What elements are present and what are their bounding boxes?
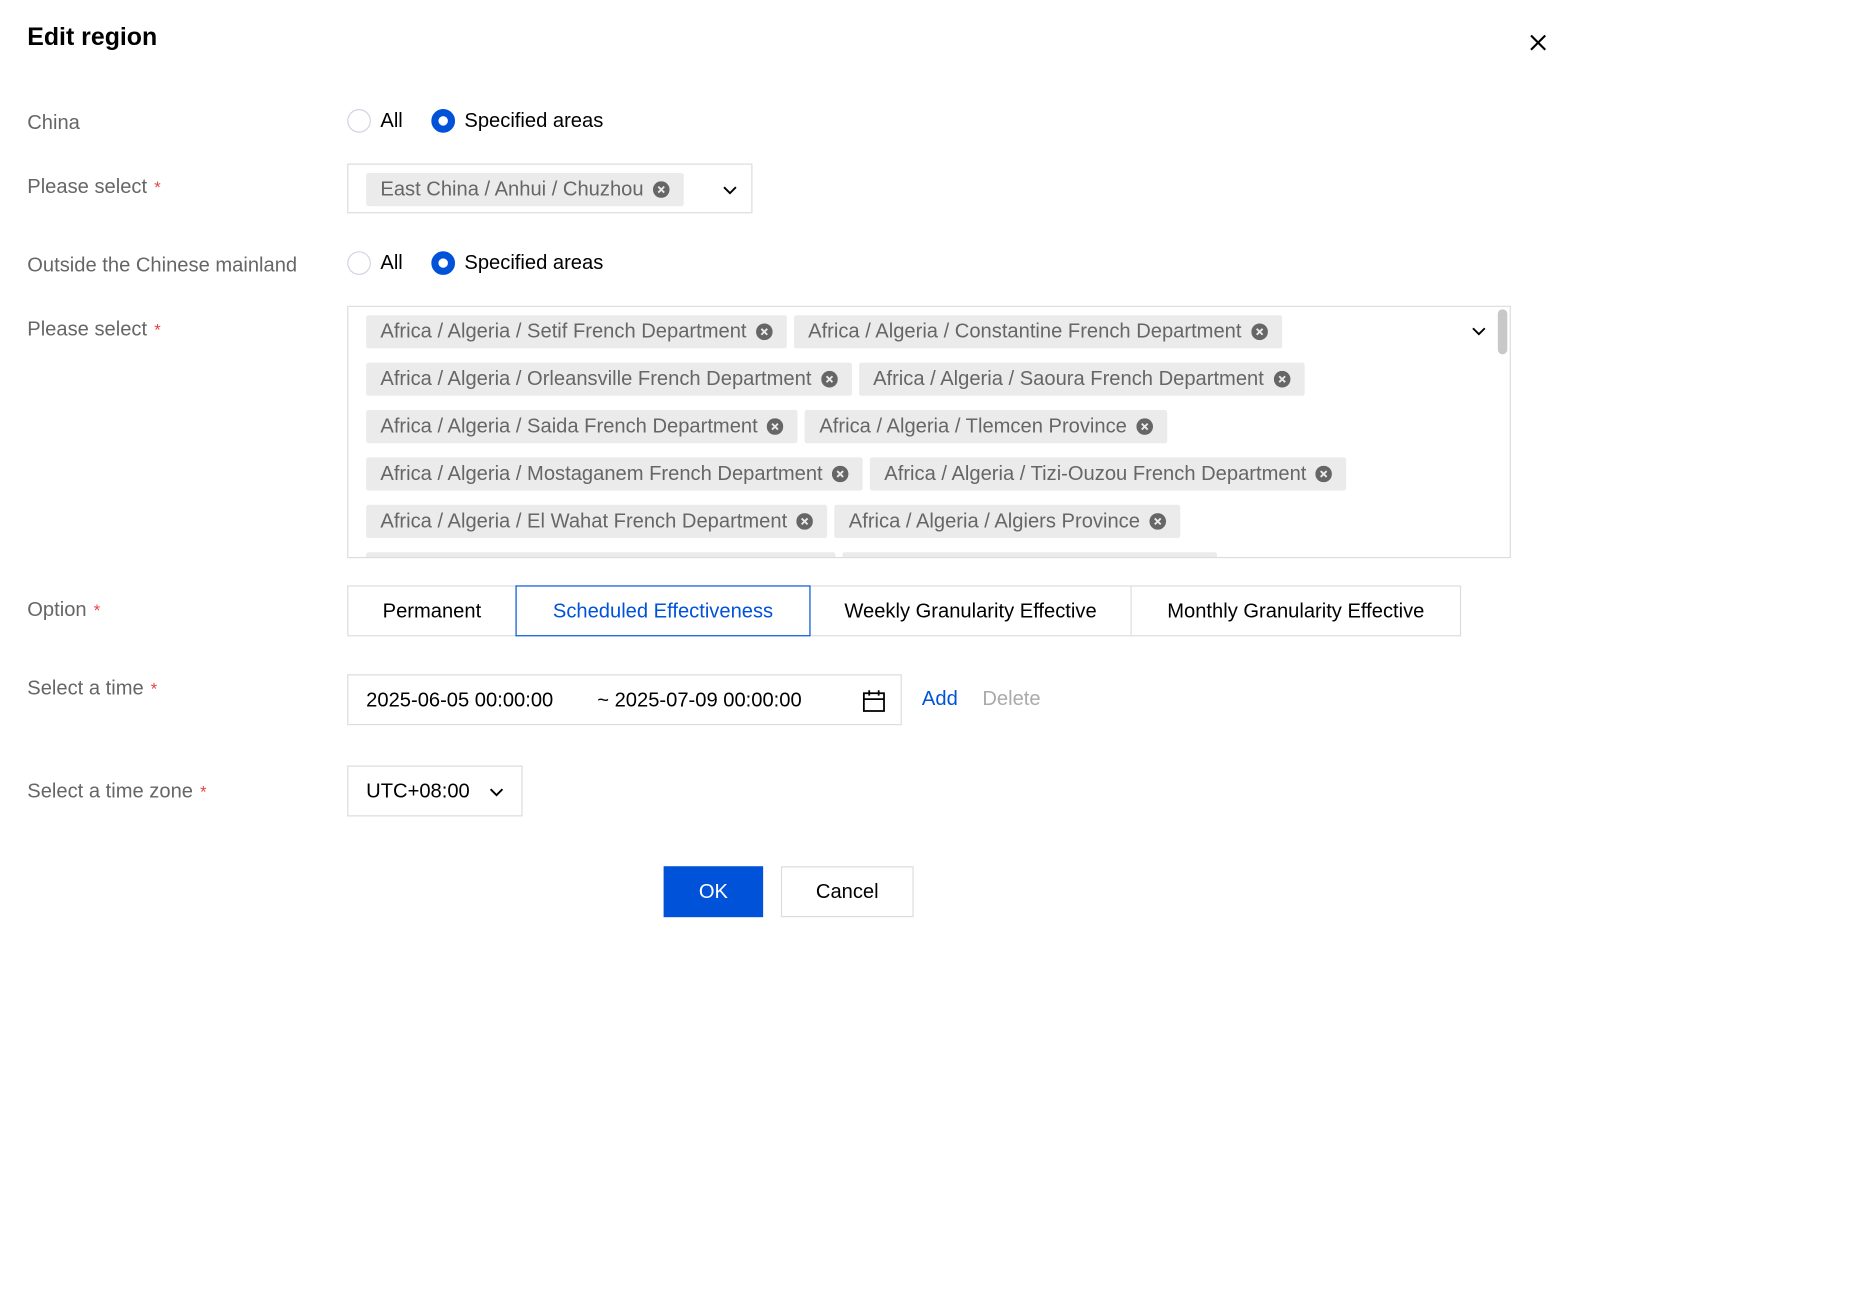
scrollbar[interactable]: [1497, 309, 1508, 355]
end-date[interactable]: ~ 2025-07-09 00:00:00: [597, 688, 801, 712]
time-label-text: Select a time: [27, 676, 144, 700]
outside-select-label-text: Please select: [27, 317, 148, 341]
option-label: Option *: [27, 598, 100, 622]
region-tag-label: Africa / Algeria / Tizi-Ouzou French Dep…: [884, 462, 1307, 485]
circle-x-icon[interactable]: [1273, 370, 1290, 388]
required-asterisk: *: [154, 319, 161, 339]
region-tag: East China / Anhui / Chuzhou: [366, 173, 684, 207]
region-tag-label: Africa / Algeria / El Wahat French Depar…: [380, 509, 788, 533]
circle-x-icon[interactable]: [755, 323, 773, 341]
date-range-picker[interactable]: 2025-06-05 00:00:00 ~ 2025-07-09 00:00:0…: [347, 674, 902, 726]
outside-radio-specified[interactable]: Specified areas: [431, 251, 603, 275]
option-monthly[interactable]: Monthly Granularity Effective: [1130, 585, 1462, 637]
option-weekly[interactable]: Weekly Granularity Effective: [809, 585, 1132, 637]
region-tag-label: Africa / Algeria / Tlemcen Province: [819, 414, 1127, 438]
required-asterisk: *: [150, 679, 158, 698]
china-label: China: [27, 111, 80, 135]
circle-x-icon[interactable]: [653, 181, 670, 198]
region-tag: Africa / Algeria / Mostaganem French Dep…: [366, 457, 863, 491]
china-select-label-text: Please select: [27, 175, 148, 198]
required-asterisk: *: [93, 600, 101, 620]
circle-x-icon[interactable]: [767, 418, 784, 435]
china-radio-group: All Specified areas: [347, 109, 632, 133]
region-tag: Africa / Algeria / Constantine French De…: [793, 315, 1282, 349]
region-tag-label: Africa / Algeria / Saoura French Departm…: [873, 367, 1264, 390]
region-tag: Africa / Algeria / Setif French Departme…: [366, 315, 787, 349]
delete-time-link[interactable]: Delete: [982, 687, 1040, 711]
circle-x-icon[interactable]: [820, 370, 838, 388]
radio-checked-icon[interactable]: [431, 109, 455, 133]
radio-label: All: [380, 109, 403, 132]
add-time-link[interactable]: Add: [922, 687, 958, 711]
region-tag-label: Africa / Algeria / Constantine French De…: [808, 319, 1242, 343]
timezone-select[interactable]: UTC+08:00: [347, 765, 523, 817]
region-tag: Africa / Algeria / Tlemcen Province: [805, 410, 1168, 444]
outside-label: Outside the Chinese mainland: [27, 254, 297, 278]
option-label-text: Option: [27, 598, 87, 621]
circle-x-icon[interactable]: [1136, 418, 1153, 435]
start-date[interactable]: 2025-06-05 00:00:00: [366, 688, 553, 712]
region-tag-label: Africa / Algeria / Orleansville French D…: [380, 367, 812, 390]
outside-radio-all[interactable]: All: [347, 251, 403, 275]
region-tag-label: Africa / Algeria / Algiers Province: [848, 509, 1140, 533]
outside-label-text: Outside the Chinese mainland: [27, 253, 298, 277]
region-tag-label: Africa / Algeria / Mostaganem French Dep…: [380, 462, 823, 485]
china-region-select[interactable]: East China / Anhui / Chuzhou: [347, 163, 753, 214]
calendar-icon[interactable]: [861, 688, 886, 713]
time-label: Select a time *: [27, 677, 157, 701]
region-tag: Africa / Algeria / Saoura French Departm…: [858, 362, 1305, 396]
radio-unchecked-icon[interactable]: [347, 109, 371, 133]
outside-region-select[interactable]: Africa / Algeria / Setif French Departme…: [347, 305, 1511, 559]
timezone-label-text: Select a time zone: [27, 779, 193, 803]
tag-list: Africa / Algeria / Setif French Departme…: [366, 315, 1468, 557]
chevron-down-icon[interactable]: [720, 180, 739, 199]
region-tag-label: Africa / Algeria / Saida French Departme…: [380, 414, 758, 438]
radio-label: All: [380, 251, 403, 274]
region-tag: Africa / Algeria / Algiers Province: [834, 504, 1181, 538]
option-segmented-control: Permanent Scheduled Effectiveness Weekly…: [347, 585, 1462, 637]
radio-label: Specified areas: [464, 251, 604, 274]
circle-x-icon[interactable]: [1315, 465, 1333, 483]
radio-checked-icon[interactable]: [431, 251, 455, 275]
region-tag: Africa / Algeria / Saida French Departme…: [366, 410, 799, 444]
china-label-text: China: [27, 111, 80, 134]
china-radio-specified[interactable]: Specified areas: [431, 109, 603, 133]
china-select-label: Please select *: [27, 175, 160, 199]
circle-x-icon[interactable]: [796, 513, 814, 530]
ok-button[interactable]: OK: [663, 866, 764, 918]
circle-x-icon[interactable]: [1149, 513, 1167, 530]
dialog-title: Edit region: [27, 23, 158, 51]
region-tag: Africa / Algeria / Tizi-Ouzou French Dep…: [870, 457, 1347, 491]
outside-radio-group: All Specified areas: [347, 251, 632, 275]
circle-x-icon[interactable]: [1250, 323, 1268, 341]
circle-x-icon[interactable]: [832, 465, 849, 483]
region-tag-partial: [366, 552, 836, 557]
timezone-label: Select a time zone *: [27, 780, 206, 804]
region-tag-label: Africa / Algeria / Setif French Departme…: [380, 319, 747, 343]
timezone-value: UTC+08:00: [366, 779, 470, 802]
radio-unchecked-icon[interactable]: [347, 251, 371, 275]
region-tag-partial: [842, 552, 1217, 557]
option-permanent[interactable]: Permanent: [347, 585, 517, 637]
radio-label: Specified areas: [464, 109, 604, 132]
cancel-button[interactable]: Cancel: [780, 866, 914, 918]
required-asterisk: *: [200, 782, 207, 802]
chevron-down-icon[interactable]: [1469, 321, 1488, 340]
outside-select-label: Please select *: [27, 318, 160, 342]
close-icon[interactable]: [1525, 30, 1551, 56]
region-tag: Africa / Algeria / Orleansville French D…: [366, 362, 852, 396]
required-asterisk: *: [154, 177, 161, 197]
edit-region-dialog: Edit region China All Specified areas Pl…: [0, 0, 1852, 1308]
chevron-down-icon[interactable]: [487, 782, 506, 801]
china-radio-all[interactable]: All: [347, 109, 403, 133]
region-tag-label: East China / Anhui / Chuzhou: [380, 177, 644, 201]
option-scheduled[interactable]: Scheduled Effectiveness: [515, 585, 811, 637]
region-tag: Africa / Algeria / El Wahat French Depar…: [366, 504, 828, 538]
